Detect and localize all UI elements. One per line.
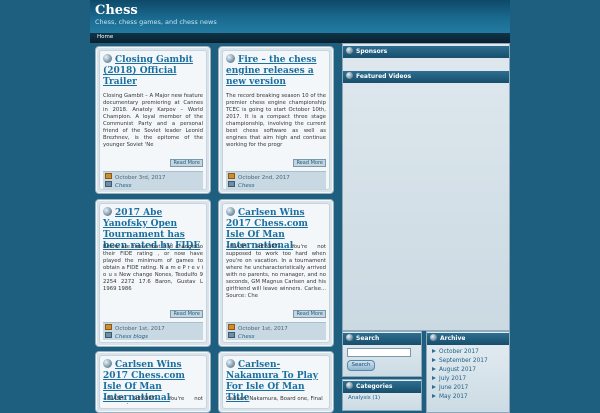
search-button[interactable]: Search [347, 360, 375, 371]
site-header: Chess Chess, chess games, and chess news [90, 0, 510, 33]
globe-icon [346, 382, 353, 389]
archive-item[interactable]: August 2017 [432, 367, 476, 373]
category-item[interactable]: Analysis (1) [348, 395, 380, 401]
page: Chess Chess, chess games, and chess news… [90, 0, 510, 413]
post-excerpt: Carlsen, Nakamura, Board one, Final [226, 396, 323, 402]
site-title[interactable]: Chess [95, 3, 138, 18]
categories-header: Categories [343, 381, 421, 393]
globe-icon [346, 47, 353, 54]
archive-widget: Archive October 2017 September 2017 Augu… [426, 331, 510, 413]
archive-item[interactable]: May 2017 [432, 394, 468, 400]
post-card: Closing Gambit (2018) Official Trailer C… [95, 46, 211, 194]
post-category[interactable]: Chess [228, 181, 254, 189]
post-card: Carlsen Wins 2017 Chess.com Isle Of Man … [95, 351, 211, 413]
read-more-button[interactable]: Read More [170, 159, 203, 167]
arrow-right-icon [432, 376, 436, 380]
post-card: Carlsen-Nakamura To Play For Isle Of Man… [218, 351, 334, 413]
post-meta: October 1st, 2017 Chess [226, 322, 326, 340]
folder-icon [228, 332, 235, 338]
archive-item[interactable]: July 2017 [432, 376, 466, 382]
globe-icon [430, 334, 437, 341]
post-date: October 3rd, 2017 [105, 173, 165, 181]
search-widget: Search Search [342, 331, 422, 377]
calendar-icon [228, 173, 235, 179]
arrow-right-icon [432, 349, 436, 353]
post-title[interactable]: Fire – the chess engine releases a new v… [226, 54, 326, 88]
globe-icon [226, 54, 235, 63]
globe-icon [346, 72, 353, 79]
folder-icon [228, 181, 235, 187]
archive-header: Archive [427, 333, 509, 345]
read-more-button[interactable]: Read More [293, 310, 326, 318]
post-meta: October 2nd, 2017 Chess [226, 171, 326, 189]
sidebar-top: Sponsors Featured Videos [342, 43, 510, 331]
archive-item[interactable]: June 2017 [432, 385, 468, 391]
post-card: Carlsen Wins 2017 Chess.com Isle Of Man … [218, 199, 334, 347]
post-category[interactable]: Chess [228, 332, 254, 340]
archive-item[interactable]: September 2017 [432, 358, 488, 364]
search-header: Search [343, 333, 421, 345]
globe-icon [103, 359, 112, 368]
archive-item[interactable]: October 2017 [432, 349, 479, 355]
calendar-icon [105, 324, 112, 330]
globe-icon [103, 54, 112, 63]
post-excerpt: Below are those that had changesto their… [103, 244, 203, 292]
read-more-button[interactable]: Read More [170, 310, 203, 318]
read-more-button[interactable]: Read More [293, 159, 326, 167]
calendar-icon [105, 173, 112, 179]
post-excerpt: The record breaking season 10 of the pre… [226, 93, 326, 148]
post-excerpt: --FLASH REPORT-- You're not supposed to … [226, 244, 326, 299]
arrow-right-icon [432, 394, 436, 398]
nav-item-home[interactable]: Home [95, 34, 115, 41]
arrow-right-icon [432, 358, 436, 362]
post-date: October 1st, 2017 [105, 324, 165, 332]
categories-widget: Categories Analysis (1) [342, 379, 422, 411]
post-card: Fire – the chess engine releases a new v… [218, 46, 334, 194]
globe-icon [226, 207, 235, 216]
arrow-right-icon [432, 367, 436, 371]
site-description: Chess, chess games, and chess news [95, 18, 217, 26]
arrow-right-icon [432, 385, 436, 389]
search-input[interactable] [347, 348, 411, 357]
folder-icon [105, 332, 112, 338]
globe-icon [226, 359, 235, 368]
post-excerpt: --FLASH REPORT-- You're not supposed [103, 396, 203, 404]
globe-icon [346, 334, 353, 341]
post-card: 2017 Abe Yanofsky Open Tournament has be… [95, 199, 211, 347]
post-meta: October 3rd, 2017 Chess [103, 171, 203, 189]
featured-videos-header: Featured Videos [343, 71, 509, 83]
post-category[interactable]: Chess blogs [105, 332, 148, 340]
globe-icon [103, 207, 112, 216]
post-meta: October 1st, 2017 Chess blogs [103, 322, 203, 340]
post-date: October 1st, 2017 [228, 324, 288, 332]
post-title[interactable]: Closing Gambit (2018) Official Trailer [103, 54, 203, 88]
post-date: October 2nd, 2017 [228, 173, 290, 181]
folder-icon [105, 181, 112, 187]
sponsors-header: Sponsors [343, 46, 509, 58]
nav-bar: Home [90, 33, 510, 43]
post-excerpt: Closing Gambit – A Major new feature doc… [103, 93, 203, 148]
calendar-icon [228, 324, 235, 330]
post-category[interactable]: Chess [105, 181, 131, 189]
